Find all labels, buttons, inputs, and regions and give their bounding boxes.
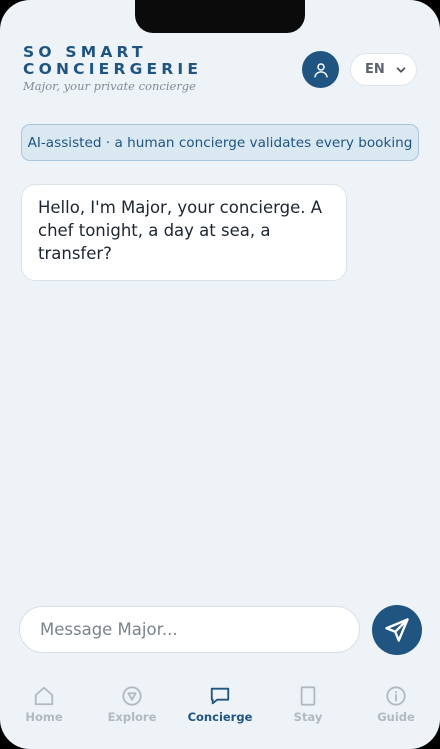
message-input[interactable] [38, 619, 341, 640]
device-notch [135, 0, 305, 33]
message-composer[interactable] [19, 606, 360, 653]
language-value: EN [365, 62, 385, 77]
user-icon [313, 62, 328, 77]
tab-label: Guide [377, 710, 415, 724]
profile-button[interactable] [302, 51, 339, 88]
compass-icon [122, 686, 142, 706]
chat-bubble-icon [210, 687, 230, 705]
tab-label: Home [25, 710, 63, 724]
language-selector[interactable]: EN [350, 53, 417, 86]
door-icon [300, 686, 316, 706]
bottom-tab-bar: Home Explore Concierge Stay Guide [0, 675, 440, 735]
tab-label: Stay [293, 710, 323, 724]
brand-tagline: Major, your private concierge [23, 79, 196, 93]
chevron-down-icon [396, 67, 406, 73]
tab-explore[interactable]: Explore [88, 675, 176, 735]
tab-home[interactable]: Home [0, 675, 88, 735]
home-icon [34, 686, 54, 706]
brand-name-line2: CONCIERGERIE [23, 60, 203, 78]
tab-label: Concierge [187, 710, 253, 724]
send-icon [385, 618, 409, 642]
tab-concierge[interactable]: Concierge [176, 675, 264, 735]
send-button[interactable] [372, 605, 422, 655]
tab-stay[interactable]: Stay [264, 675, 352, 735]
phone-screen: SO SMART CONCIERGERIE Major, your privat… [0, 0, 440, 749]
assistant-message: Hello, I'm Major, your concierge. A chef… [21, 184, 347, 281]
brand-block: SO SMART CONCIERGERIE Major, your privat… [23, 43, 203, 94]
brand-name-line1: SO SMART [23, 43, 147, 61]
tab-guide[interactable]: Guide [352, 675, 440, 735]
info-icon [386, 686, 406, 706]
tab-label: Explore [107, 710, 157, 724]
ai-notice-banner: AI-assisted · a human concierge validate… [21, 124, 419, 161]
